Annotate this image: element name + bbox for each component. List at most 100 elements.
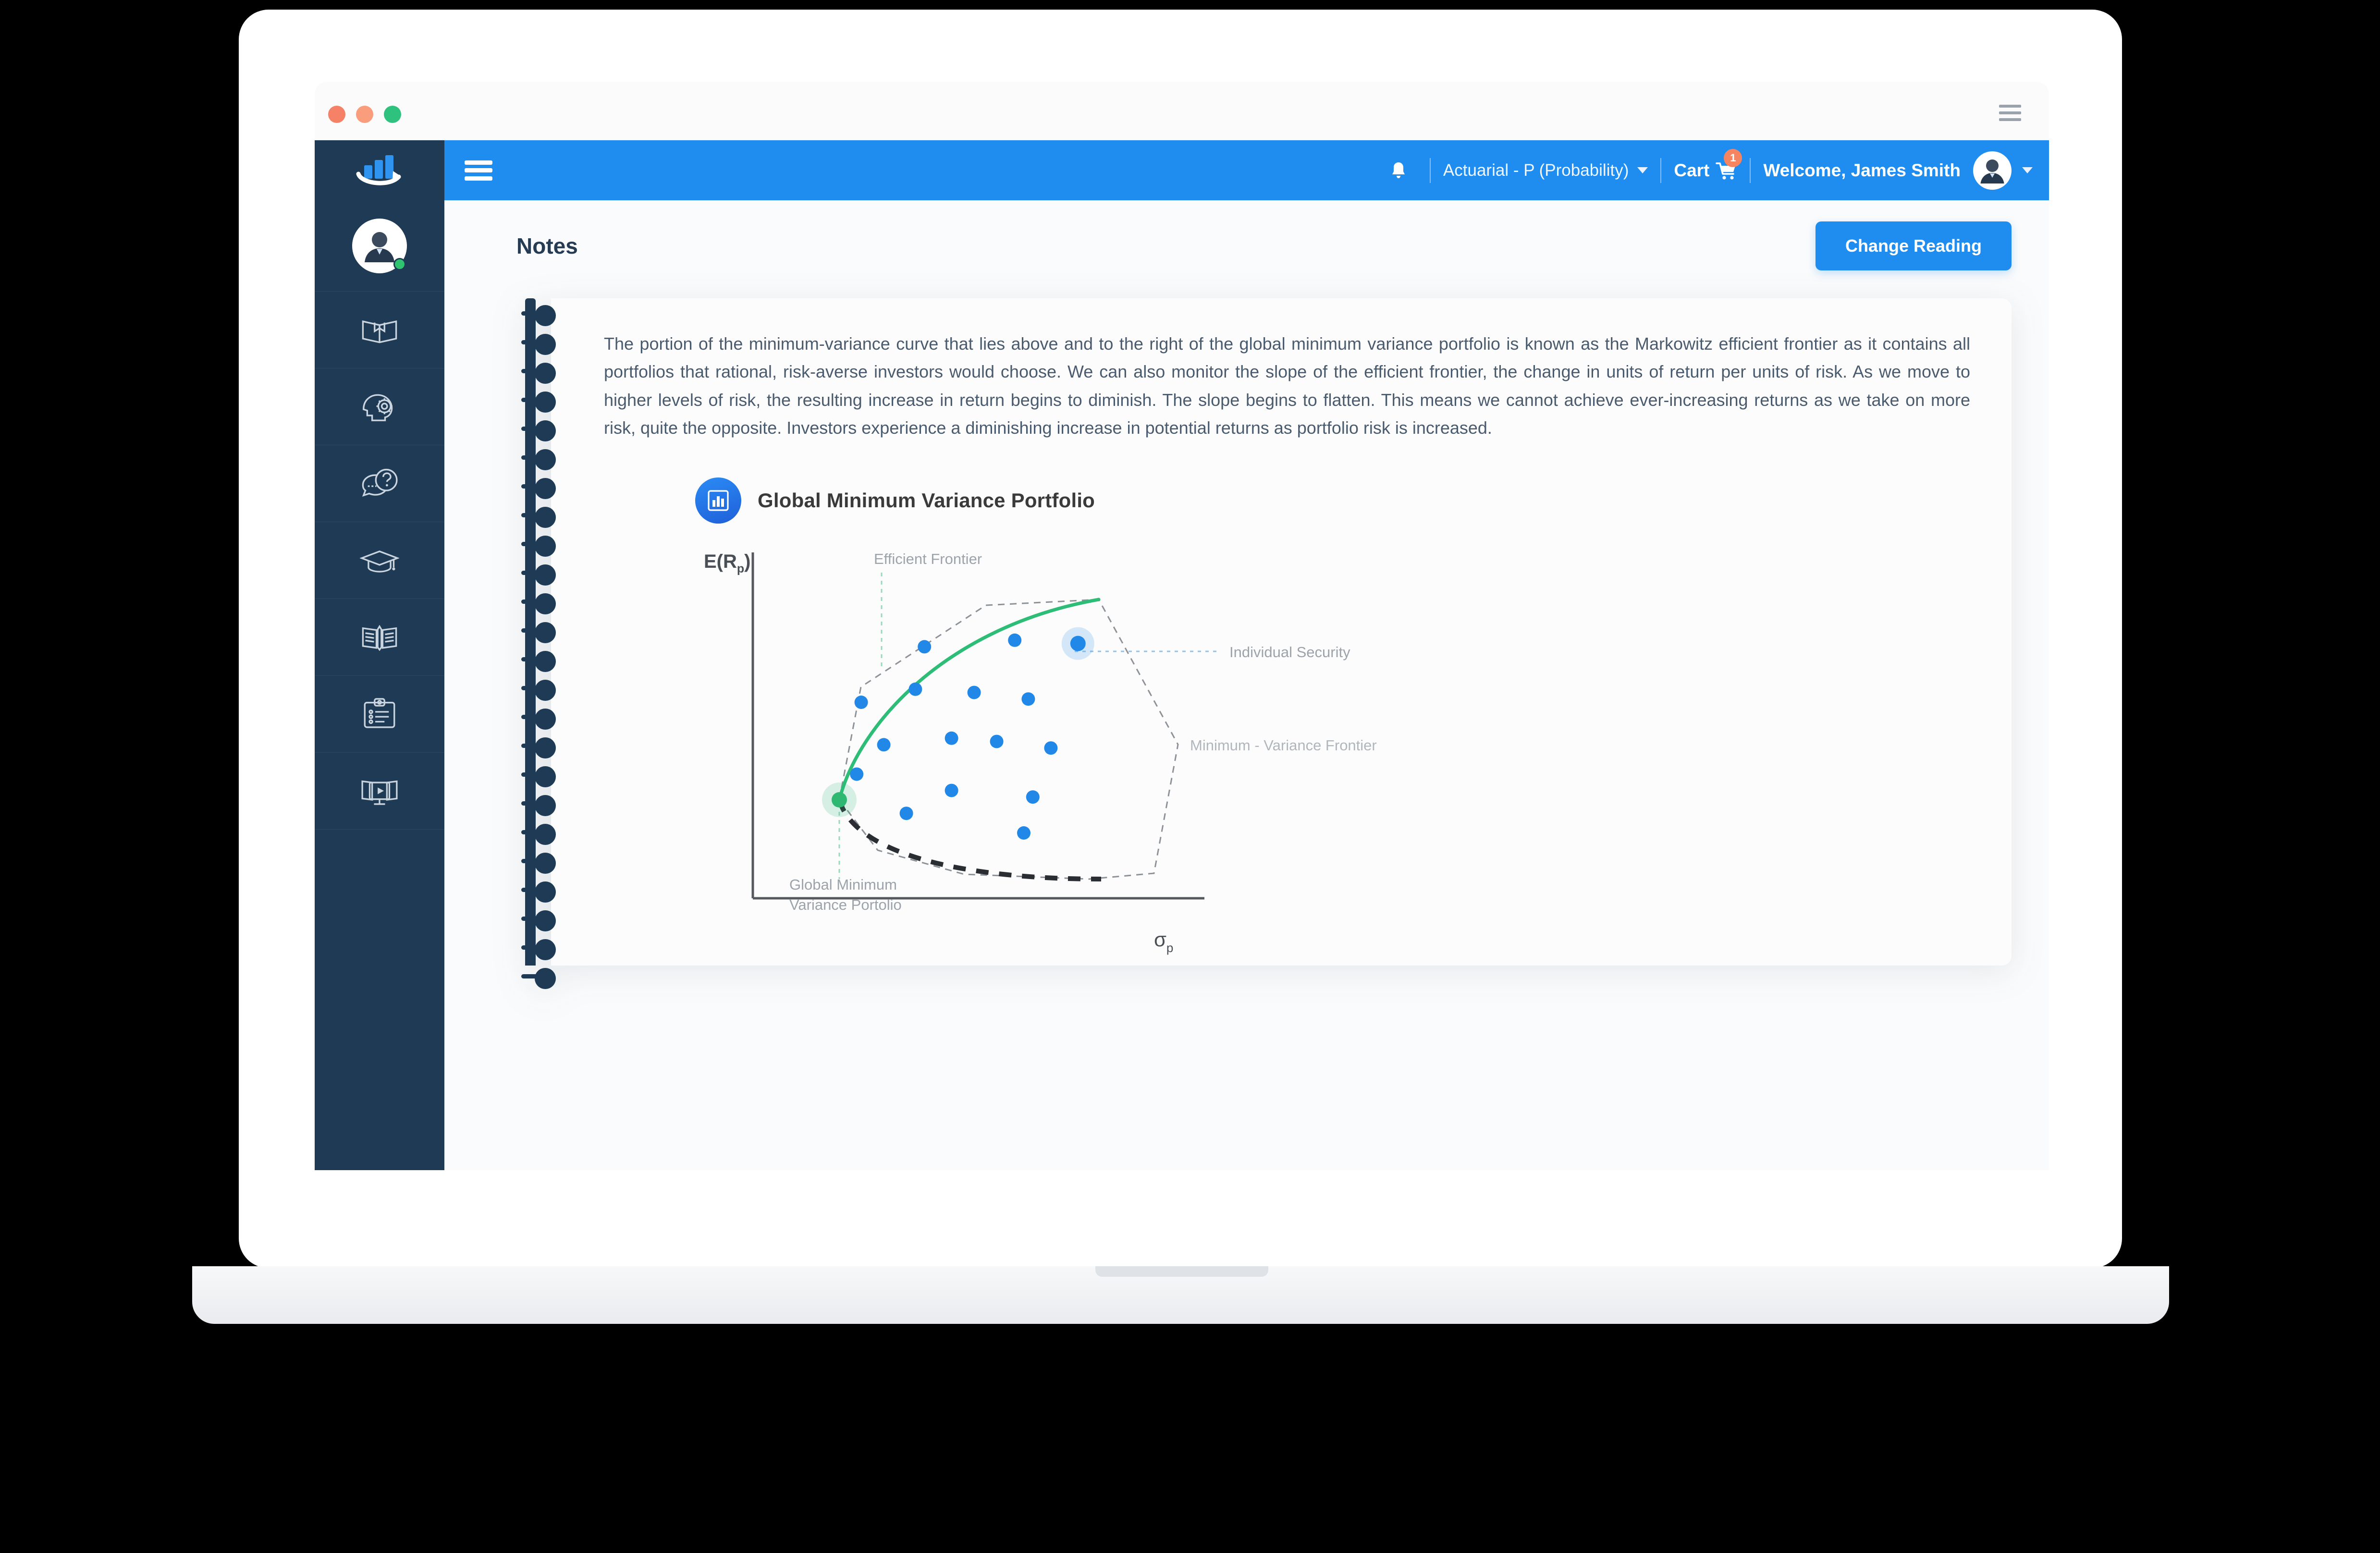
spiral-ring [521, 334, 556, 355]
spiral-ring-head [535, 651, 556, 672]
spiral-ring-head [535, 363, 556, 384]
notification-bell-icon[interactable] [1390, 161, 1407, 180]
figure-badge [695, 477, 741, 524]
main-column: Actuarial - P (Probability) Cart 1 Welco… [444, 140, 2049, 1170]
spiral-ring [521, 449, 556, 470]
efficient-frontier-curve [837, 598, 1101, 802]
minimum-variance-frontier-lower [837, 799, 1102, 882]
spiral-ring [521, 305, 556, 326]
spiral-ring-head [535, 766, 556, 787]
sidebar-item-assignments[interactable] [315, 676, 444, 753]
scatter-point [899, 807, 913, 820]
browser-window: Actuarial - P (Probability) Cart 1 Welco… [315, 82, 2049, 1170]
user-avatar[interactable] [1973, 151, 2012, 190]
sidebar-item-exams[interactable] [315, 522, 444, 599]
spiral-ring-head [535, 478, 556, 499]
spiral-ring [521, 651, 556, 672]
user-menu-chevron-down-icon[interactable] [2022, 167, 2033, 173]
spiral-ring-head [535, 305, 556, 326]
gmvp-annotation-line2: Variance Portolio [789, 896, 902, 913]
sidebar-item-learn[interactable] [315, 368, 444, 445]
spiral-ring-head [535, 391, 556, 413]
cart-count-badge: 1 [1724, 148, 1742, 167]
laptop-notch [1095, 1266, 1268, 1277]
browser-menu-icon[interactable] [1999, 105, 2021, 121]
spiral-ring-head [535, 939, 556, 960]
scatter-point [877, 738, 891, 752]
minimize-window-dot[interactable] [356, 106, 373, 123]
graduation-cap-icon [360, 550, 399, 573]
page-title: Notes [516, 233, 578, 258]
spiral-ring [521, 363, 556, 384]
sidebar-toggle-icon[interactable] [465, 160, 492, 181]
sidebar [315, 140, 444, 1170]
open-book-pencil-icon [362, 624, 397, 651]
individual-security-annotation: Individual Security [1229, 644, 1350, 660]
spiral-ring-head [535, 622, 556, 643]
page-header: Notes Change Reading [516, 221, 2012, 270]
menu-line [465, 168, 492, 172]
window-controls[interactable] [328, 106, 401, 123]
spiral-ring [521, 737, 556, 758]
cart-button[interactable]: Cart 1 [1674, 148, 1742, 182]
spiral-ring [521, 709, 556, 730]
spiral-ring [521, 853, 556, 874]
sidebar-profile[interactable] [315, 200, 444, 292]
scatter-point [1021, 692, 1035, 706]
spiral-ring [521, 478, 556, 499]
sidebar-item-questions[interactable] [315, 445, 444, 522]
scatter-point [854, 696, 868, 709]
scatter-point [850, 767, 864, 781]
spiral-ring [521, 536, 556, 557]
maximize-window-dot[interactable] [384, 106, 401, 123]
spiral-ring-head [535, 910, 556, 931]
spiral-ring-head [535, 795, 556, 816]
menu-line [1999, 118, 2021, 121]
spiral-ring-head [535, 881, 556, 903]
figure-header: Global Minimum Variance Portfolio [695, 477, 1970, 524]
clipboard-checklist-icon [364, 697, 395, 728]
figure-block: Global Minimum Variance Portfolio E(Rp) [604, 477, 1970, 966]
divider [1429, 158, 1431, 183]
open-book-bookmark-icon [362, 320, 397, 343]
spiral-ring [521, 622, 556, 643]
spiral-ring [521, 766, 556, 787]
scatter-point [945, 732, 958, 746]
spiral-ring [521, 939, 556, 960]
scatter-point [990, 734, 1004, 748]
spiral-ring-head [535, 593, 556, 614]
sidebar-item-notes[interactable] [315, 599, 444, 676]
divider [1750, 158, 1751, 183]
close-window-dot[interactable] [328, 106, 345, 123]
spiral-ring [521, 391, 556, 413]
spiral-ring [521, 593, 556, 614]
gmvp-annotation-line1: Global Minimum [789, 876, 897, 893]
chevron-down-icon [1637, 167, 1648, 173]
note-body-text: The portion of the minimum-variance curv… [604, 334, 1970, 438]
bar-chart-icon [708, 490, 729, 511]
scatter-point [1044, 741, 1058, 755]
app-logo[interactable] [315, 140, 444, 200]
spiral-ring-head [535, 507, 556, 528]
course-selector[interactable]: Actuarial - P (Probability) [1443, 161, 1648, 180]
scatter-point [945, 783, 958, 797]
sidebar-item-study-manual[interactable] [315, 292, 444, 368]
scatter-point [967, 685, 981, 699]
scatter-point [1026, 790, 1040, 804]
change-reading-button[interactable]: Change Reading [1815, 221, 2012, 270]
spiral-ring-head [535, 680, 556, 701]
screenshot-stage: Actuarial - P (Probability) Cart 1 Welco… [0, 0, 2380, 1553]
spiral-ring [521, 824, 556, 845]
top-navbar: Actuarial - P (Probability) Cart 1 Welco… [444, 140, 2049, 200]
spiral-ring [521, 507, 556, 528]
divider [1660, 158, 1662, 183]
spiral-ring [521, 564, 556, 586]
question-chat-icon [362, 468, 398, 497]
bar-chart-growth-logo [356, 155, 401, 185]
scatter-point [1070, 636, 1086, 651]
spiral-ring-head [535, 737, 556, 758]
spiral-ring-head [535, 968, 556, 989]
note-sheet: The portion of the minimum-variance curv… [551, 298, 2012, 966]
sidebar-item-videos[interactable] [315, 753, 444, 830]
spiral-ring-head [535, 449, 556, 470]
